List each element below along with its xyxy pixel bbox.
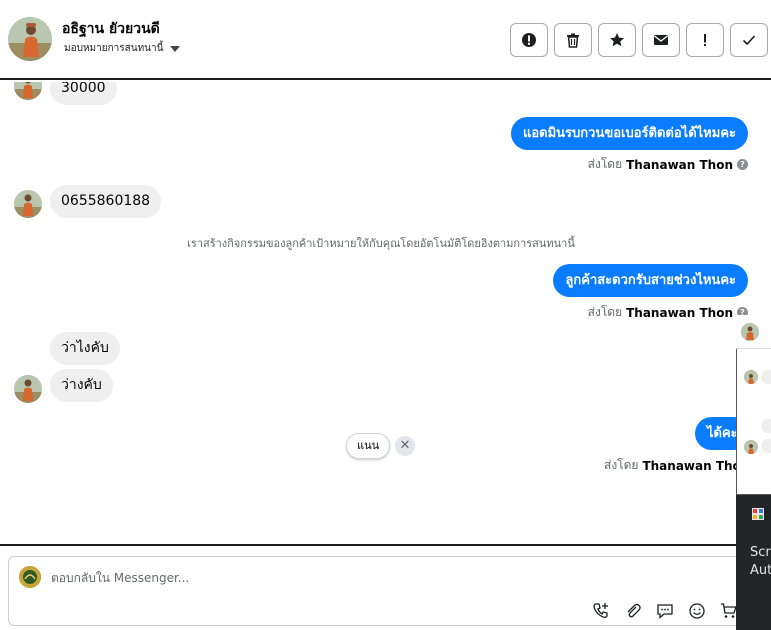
- side-avatar: [744, 370, 758, 384]
- app-icon[interactable]: [752, 508, 764, 520]
- side-message: [761, 439, 771, 453]
- alert-icon: [522, 33, 536, 47]
- suggested-reply-chip[interactable]: แนน: [346, 433, 391, 459]
- emoji-icon[interactable]: [687, 601, 707, 621]
- side-message: [761, 370, 771, 384]
- sent-by-author[interactable]: Thanawan Thon: [642, 459, 749, 473]
- sender-avatar: [14, 82, 42, 100]
- incoming-message[interactable]: 0655860188: [50, 185, 162, 218]
- mark-spam-button[interactable]: [510, 23, 548, 57]
- reply-input[interactable]: [51, 567, 691, 589]
- dismiss-suggestion-button[interactable]: ✕: [395, 436, 415, 456]
- sent-by-author[interactable]: Thanawan Thon: [626, 158, 733, 172]
- reply-composer: [8, 556, 768, 626]
- incoming-message[interactable]: ว่าไงคับ: [50, 332, 120, 365]
- star-button[interactable]: [598, 23, 636, 57]
- assign-conversation-dropdown[interactable]: มอบหมายการสนทนานี้: [64, 41, 181, 56]
- outgoing-message[interactable]: ลูกค้าสะดวกรับสายช่วงไหนคะ: [553, 264, 748, 297]
- outgoing-message[interactable]: แอดมินรบกวนขอเบอร์ติดต่อได้ไหมคะ: [510, 117, 748, 150]
- sent-by-prefix: ส่งโดย: [587, 305, 623, 319]
- attach-icon[interactable]: [623, 601, 643, 621]
- side-text-line-1: Scr: [750, 545, 771, 560]
- sent-by-label: ส่งโดย Thanawan Thon ?: [588, 303, 748, 322]
- header-toolbar: [510, 23, 768, 57]
- conversation-header: อธิฐาน ยัวยวนดี มอบหมายการสนทนานี้: [0, 0, 771, 80]
- chat-bubble-icon[interactable]: [655, 601, 675, 621]
- check-icon: [742, 35, 756, 46]
- contact-name[interactable]: อธิฐาน ยัวยวนดี: [62, 18, 160, 40]
- follow-up-button[interactable]: [686, 23, 724, 57]
- message-thread[interactable]: 30000 แอดมินรบกวนขอเบอร์ติดต่อได้ไหมคะ ส…: [0, 82, 771, 545]
- mail-icon: [654, 35, 668, 45]
- side-chat-panel[interactable]: Scr Aut: [736, 315, 771, 630]
- side-panel-thread: [736, 349, 771, 495]
- assign-label: มอบหมายการสนทนานี้: [64, 43, 164, 54]
- composer-divider: [0, 544, 771, 546]
- side-panel-header: [736, 315, 771, 349]
- sent-by-prefix: ส่งโดย: [587, 157, 623, 171]
- contact-avatar[interactable]: [8, 17, 52, 61]
- side-notification-area: Scr Aut: [736, 495, 771, 630]
- sent-by-label: ส่งโดย Thanawan Thon: [604, 456, 749, 475]
- mark-done-button[interactable]: [730, 23, 768, 57]
- delete-button[interactable]: [554, 23, 592, 57]
- sender-avatar: [14, 375, 42, 403]
- side-avatar[interactable]: [741, 323, 759, 341]
- mark-unread-button[interactable]: [642, 23, 680, 57]
- sent-by-label: ส่งโดย Thanawan Thon ?: [588, 155, 748, 174]
- system-note: เราสร้างกิจกรรมของลูกค้าเป้าหมายให้กับคุ…: [187, 237, 575, 250]
- side-message: [761, 419, 771, 433]
- sent-by-prefix: ส่งโดย: [604, 458, 639, 472]
- page-avatar: [19, 566, 41, 588]
- caret-down-icon: [170, 45, 181, 52]
- sender-avatar: [14, 190, 42, 218]
- exclamation-icon: [704, 34, 706, 46]
- star-icon: [610, 33, 624, 47]
- help-icon[interactable]: ?: [737, 159, 748, 170]
- side-text-line-2: Aut: [750, 563, 771, 578]
- incoming-message[interactable]: ว่างคับ: [50, 369, 113, 402]
- phone-add-icon[interactable]: [591, 601, 611, 621]
- messenger-conversation: อธิฐาน ยัวยวนดี มอบหมายการสนทนานี้ 30000…: [0, 0, 771, 630]
- sent-by-author[interactable]: Thanawan Thon: [626, 306, 733, 320]
- composer-tools: [591, 601, 739, 621]
- side-avatar: [744, 440, 758, 454]
- trash-icon: [567, 33, 579, 48]
- incoming-message[interactable]: 30000: [50, 82, 117, 105]
